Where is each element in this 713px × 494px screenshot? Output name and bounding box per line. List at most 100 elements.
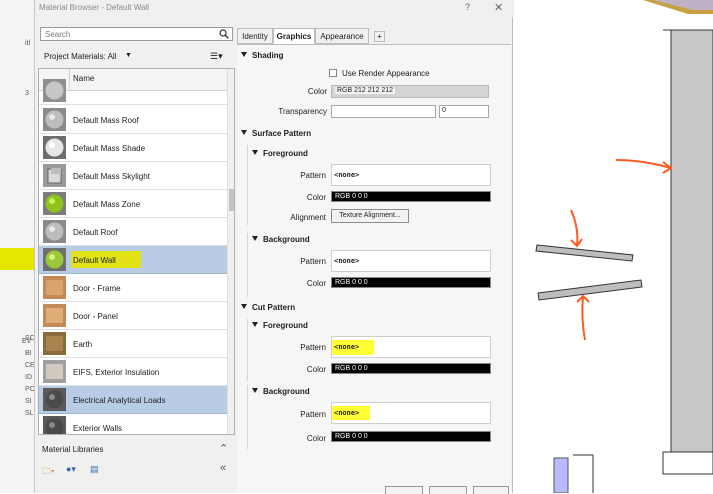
list-item-label: Default Mass Zone	[73, 200, 141, 209]
material-thumbnail	[43, 192, 66, 215]
strip-label: SI	[25, 398, 32, 405]
collapse-triangle-icon	[252, 388, 258, 393]
list-item[interactable]: Door - Panel	[39, 302, 227, 330]
collapse-triangle-icon	[241, 52, 247, 57]
list-item[interactable]: Default Mass Skylight	[39, 162, 227, 190]
list-item[interactable]: Default Mass Shade	[39, 134, 227, 162]
collapse-triangle-icon	[252, 150, 258, 155]
graphics-properties: Shading Use Render Appearance Color RGB …	[237, 44, 511, 493]
transparency-slider[interactable]	[331, 105, 436, 118]
list-item[interactable]: Default Mass Zone	[39, 190, 227, 218]
project-materials-row: Project Materials: All ▼ ☰▾	[38, 48, 235, 64]
project-materials-label[interactable]: Project Materials: All	[44, 52, 116, 61]
material-thumbnail	[43, 304, 66, 327]
create-material-icon[interactable]: ●▾	[66, 464, 76, 475]
material-thumbnail	[43, 416, 66, 434]
pattern-field[interactable]: <none>	[331, 250, 491, 272]
list-item-label: Default Mass Roof	[73, 116, 139, 125]
drawing-canvas	[535, 0, 713, 493]
list-item[interactable]: Default Roof	[39, 218, 227, 246]
column-header-name[interactable]: Name	[73, 74, 94, 83]
material-thumbnail	[43, 388, 66, 411]
subsection-background[interactable]: Background	[252, 235, 310, 244]
expand-libraries-icon[interactable]: ⌃	[219, 442, 228, 455]
material-thumbnail	[43, 108, 66, 131]
wall-sample-2	[537, 279, 643, 301]
list-item-selected[interactable]: Electrical Analytical Loads	[39, 386, 227, 414]
color-swatch[interactable]: RGB 0 0 0	[331, 191, 491, 202]
surface-foreground-group: Foreground Pattern <none> Color RGB 0 0 …	[247, 145, 509, 225]
material-libraries-label: Material Libraries	[42, 445, 104, 454]
color-label: Color	[306, 434, 326, 443]
section-shading[interactable]: Shading	[241, 51, 284, 60]
list-item-label: Default Mass Shade	[73, 144, 146, 153]
list-item-label: Default Wall	[73, 256, 116, 265]
list-item[interactable]: Default Mass Roof	[39, 106, 227, 134]
material-list: Name Default Mass Roof Default Mass Shad…	[38, 68, 235, 435]
alignment-label: Alignment	[290, 213, 326, 222]
arrow-icon	[615, 159, 672, 169]
library-toolbar: 🗀▾ ●▾ ▤ «	[38, 461, 235, 479]
screen: itl 3 SC BI CE ID PC SI SL EV Material B…	[0, 0, 713, 494]
wall-element	[670, 29, 713, 453]
collapse-triangle-icon	[241, 130, 247, 135]
list-item-selected[interactable]: Default Wall	[39, 246, 227, 274]
color-label: Color	[307, 87, 327, 96]
list-item[interactable]	[39, 79, 227, 105]
search-icon[interactable]	[219, 29, 229, 39]
color-swatch[interactable]: RGB 0 0 0	[331, 363, 491, 374]
search-input[interactable]: Search	[40, 27, 233, 41]
tab-appearance[interactable]: Appearance	[315, 28, 369, 44]
pattern-field[interactable]: <none>	[331, 164, 491, 186]
collapse-panel-icon[interactable]: «	[220, 462, 226, 474]
section-cut-pattern[interactable]: Cut Pattern	[241, 303, 295, 312]
tab-graphics[interactable]: Graphics	[273, 28, 315, 44]
material-thumbnail	[43, 248, 66, 271]
strip-label: ID	[25, 374, 32, 381]
use-render-appearance-label: Use Render Appearance	[342, 69, 430, 78]
color-swatch[interactable]: RGB 0 0 0	[331, 277, 491, 288]
tab-identity[interactable]: Identity	[237, 28, 273, 44]
color-label: Color	[306, 279, 326, 288]
list-item-label: Earth	[73, 340, 93, 349]
pattern-label: Pattern	[300, 410, 326, 419]
list-view-icon[interactable]: ☰▾	[210, 51, 223, 62]
list-item[interactable]: Earth	[39, 330, 227, 358]
transparency-input[interactable]: 0	[439, 105, 489, 118]
list-item-label: Default Roof	[73, 228, 118, 237]
pattern-field[interactable]: <none>	[331, 402, 491, 424]
list-item[interactable]: Door - Frame	[39, 274, 227, 302]
subsection-background[interactable]: Background	[252, 387, 310, 396]
list-item[interactable]: EIFS, Exterior Insulation	[39, 358, 227, 386]
cut-background-group: Background Pattern <none> Color RGB 0 0 …	[247, 385, 509, 449]
list-item[interactable]: Exterior Walls	[39, 414, 227, 434]
use-render-appearance-checkbox[interactable]	[329, 69, 337, 77]
texture-alignment-button[interactable]: Texture Alignment...	[331, 209, 409, 223]
footing-element	[662, 451, 713, 475]
list-header: Name	[39, 69, 227, 91]
subsection-foreground[interactable]: Foreground	[252, 149, 308, 158]
properties-pane: Identity Graphics Appearance + Shading U…	[233, 24, 512, 493]
list-item-label: EIFS, Exterior Insulation	[73, 368, 160, 377]
filter-icon[interactable]: ▼	[125, 52, 132, 59]
yellow-highlight-mark	[0, 248, 36, 270]
color-swatch[interactable]: RGB 0 0 0	[331, 431, 491, 442]
transparency-label: Transparency	[278, 107, 327, 116]
list-item-label: Door - Panel	[73, 312, 118, 321]
cut-foreground-group: Foreground Pattern <none> Color RGB 0 0 …	[247, 319, 509, 381]
add-asset-button[interactable]: +	[374, 31, 385, 42]
collapse-triangle-icon	[241, 304, 247, 309]
list-item-label: Exterior Walls	[73, 424, 123, 433]
subsection-foreground[interactable]: Foreground	[252, 321, 308, 330]
help-button[interactable]: ?	[465, 2, 470, 12]
color-label: Color	[306, 365, 326, 374]
app-side-strip: itl 3 SC BI CE ID PC SI SL EV	[0, 0, 35, 493]
section-surface-pattern[interactable]: Surface Pattern	[241, 129, 311, 138]
shading-color-field[interactable]: RGB 212 212 212	[331, 85, 489, 98]
material-browser-dialog: Material Browser - Default Wall ? ✕ Sear…	[34, 0, 514, 494]
material-list-pane: Search Project Materials: All ▼ ☰▾ Name	[38, 24, 235, 486]
close-button[interactable]: ✕	[494, 1, 503, 14]
library-folder-icon[interactable]: 🗀▾	[42, 464, 54, 480]
asset-browser-icon[interactable]: ▤	[90, 464, 99, 475]
pattern-field[interactable]: <none>	[331, 336, 491, 358]
